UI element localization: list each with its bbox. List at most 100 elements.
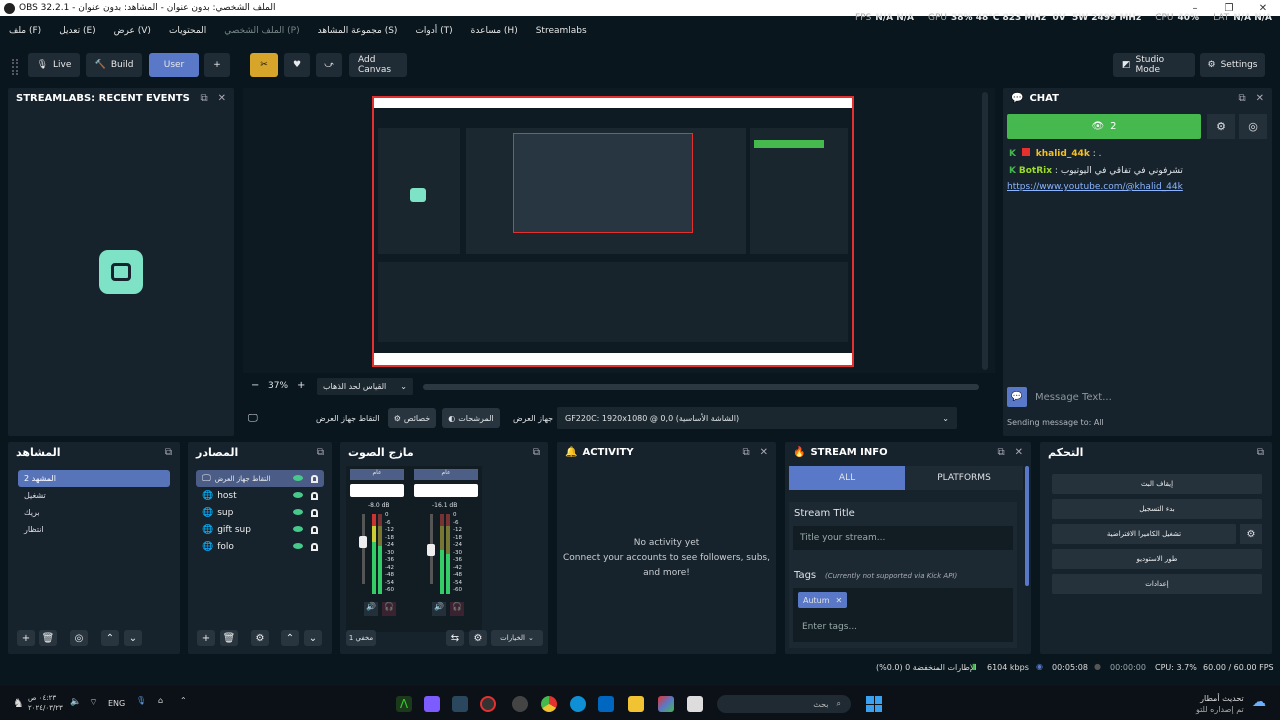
clock[interactable]: ٠٤:٢٣ ص ٢٠٢٤/٠٣/٢٣ bbox=[28, 693, 63, 713]
settings-app-icon[interactable] bbox=[512, 696, 528, 712]
float-icon[interactable]: ⧉ bbox=[165, 447, 172, 458]
properties-button[interactable]: ⚙ خصائص bbox=[388, 408, 436, 428]
steam-icon[interactable] bbox=[452, 696, 468, 712]
menu-profile[interactable]: الملف الشخصي (P) bbox=[224, 26, 299, 36]
share-button[interactable]: ⤻ bbox=[316, 53, 342, 77]
chat-input[interactable]: 💬 Message Text... bbox=[1007, 386, 1267, 408]
app-icon[interactable]: Λ bbox=[396, 696, 412, 712]
headphones-icon[interactable]: 🎧 bbox=[382, 602, 396, 616]
trash-icon[interactable]: 🗑 bbox=[220, 630, 238, 646]
stream-info-scrollbar[interactable] bbox=[1025, 466, 1029, 586]
close-icon[interactable]: ✕ bbox=[760, 447, 768, 458]
tag-chip[interactable]: Autum ✕ bbox=[798, 592, 848, 608]
float-icon[interactable]: ⧉ bbox=[317, 447, 324, 458]
volume-slider[interactable] bbox=[362, 514, 365, 584]
preview-scrollbar-horizontal[interactable] bbox=[423, 384, 979, 390]
tray-app-icon[interactable]: ⌂ bbox=[158, 696, 163, 705]
close-icon[interactable]: ✕ bbox=[1015, 447, 1023, 458]
start-recording-button[interactable]: بدء التسجيل bbox=[1052, 499, 1262, 519]
mixer-options-button[interactable]: الخيارات ⌄ bbox=[491, 630, 543, 646]
chat-username[interactable]: BotRix bbox=[1019, 166, 1052, 176]
move-up-button[interactable]: ⌃ bbox=[101, 630, 119, 646]
language-indicator[interactable]: ENG bbox=[108, 699, 125, 708]
menu-tools[interactable]: أدوات (T) bbox=[415, 26, 452, 36]
user-button[interactable]: User bbox=[149, 53, 199, 77]
virtual-camera-button[interactable]: تشغيل الكاميرا الافتراضية bbox=[1052, 524, 1236, 544]
lock-icon[interactable] bbox=[311, 542, 318, 551]
settings-control-button[interactable]: إعدادات bbox=[1052, 574, 1262, 594]
move-down-button[interactable]: ⌄ bbox=[124, 630, 142, 646]
settings-button[interactable]: ⚙ Settings bbox=[1200, 53, 1265, 77]
menu-scene-collection[interactable]: مجموعة المشاهد (S) bbox=[318, 26, 398, 36]
source-settings-button[interactable]: ⚙ bbox=[251, 630, 269, 646]
source-item[interactable]: 🌐 host bbox=[196, 487, 324, 504]
scene-item[interactable]: بريك bbox=[18, 504, 170, 521]
volume-icon[interactable]: 🔈 bbox=[70, 697, 81, 708]
close-icon[interactable]: ✕ bbox=[1256, 93, 1264, 104]
mixer-settings-button[interactable]: ⚙ bbox=[469, 630, 487, 646]
store-icon[interactable] bbox=[598, 696, 614, 712]
source-item[interactable]: 🌐 folo bbox=[196, 538, 324, 555]
zoom-in-button[interactable]: + bbox=[297, 380, 305, 391]
source-item[interactable]: 🖵 التقاط جهاز العرض bbox=[196, 470, 324, 487]
tags-input[interactable]: Autum ✕ Enter tags... bbox=[793, 588, 1013, 642]
close-icon[interactable]: ✕ bbox=[1246, 3, 1280, 14]
preview-canvas[interactable] bbox=[372, 96, 854, 367]
preview-scrollbar-vertical[interactable] bbox=[982, 92, 988, 370]
lock-icon[interactable] bbox=[311, 474, 318, 483]
headphones-icon[interactable]: 🎧 bbox=[450, 602, 464, 616]
tools-button[interactable]: ✂ bbox=[250, 53, 278, 77]
eye-icon[interactable] bbox=[293, 474, 303, 481]
source-item[interactable]: 🌐 sup bbox=[196, 504, 324, 521]
eye-icon[interactable] bbox=[293, 508, 303, 515]
mic-tray-icon[interactable]: 🎙 bbox=[136, 696, 146, 705]
add-canvas-button[interactable]: Add Canvas bbox=[349, 53, 407, 77]
tab-platforms[interactable]: PLATFORMS bbox=[905, 466, 1023, 490]
display-select[interactable]: GF220C: 1920x1080 @ 0,0 (الشاشة الأساسية… bbox=[557, 407, 957, 429]
build-button[interactable]: 🔨 Build bbox=[86, 53, 142, 77]
scene-item[interactable]: تشغيل bbox=[18, 487, 170, 504]
lock-icon[interactable] bbox=[311, 491, 318, 500]
filters-button[interactable]: ◐ المرشحات bbox=[442, 408, 500, 428]
float-icon[interactable]: ⧉ bbox=[742, 447, 749, 458]
menu-help[interactable]: مساعدة (H) bbox=[471, 26, 518, 36]
move-up-button[interactable]: ⌃ bbox=[281, 630, 299, 646]
menu-view[interactable]: عرض (V) bbox=[114, 26, 151, 36]
add-mode-button[interactable]: + bbox=[204, 53, 230, 77]
chat-settings-button[interactable]: ⚙ bbox=[1207, 114, 1235, 139]
eye-icon[interactable] bbox=[293, 542, 303, 549]
hidden-sources-button[interactable]: مخفي 1 bbox=[346, 630, 376, 646]
chevron-up-icon[interactable]: ⌃ bbox=[180, 696, 187, 705]
weather-widget[interactable]: تحديث أمطار تم إصداره للتو bbox=[1196, 693, 1244, 715]
float-icon[interactable]: ⧉ bbox=[1238, 93, 1245, 104]
scene-item[interactable]: المشهد 2 bbox=[18, 470, 170, 487]
studio-mode-control-button[interactable]: طور الاستوديو bbox=[1052, 549, 1262, 569]
speaker-icon[interactable]: 🔊 bbox=[432, 602, 446, 616]
stream-title-input[interactable]: Title your stream... bbox=[793, 526, 1013, 550]
stop-stream-button[interactable]: إيقاف البث bbox=[1052, 474, 1262, 494]
wifi-icon[interactable]: ⌔ bbox=[89, 697, 97, 708]
menu-docks[interactable]: المحتويات bbox=[169, 26, 206, 36]
close-icon[interactable]: ✕ bbox=[836, 596, 843, 605]
maximize-icon[interactable]: ❐ bbox=[1212, 3, 1246, 14]
obs-icon[interactable] bbox=[480, 696, 496, 712]
folder-icon[interactable] bbox=[628, 696, 644, 712]
channel-field[interactable] bbox=[350, 484, 404, 497]
search-box[interactable]: بحث ⌕ bbox=[717, 695, 851, 713]
mixer-layout-button[interactable]: ⇆ bbox=[446, 630, 464, 646]
menu-edit[interactable]: تعديل (E) bbox=[59, 26, 95, 36]
move-down-button[interactable]: ⌄ bbox=[304, 630, 322, 646]
float-icon[interactable]: ⧉ bbox=[997, 447, 1004, 458]
source-item[interactable]: 🌐 gift sup bbox=[196, 521, 324, 538]
drag-handle-icon[interactable] bbox=[12, 59, 18, 75]
tab-all[interactable]: ALL bbox=[789, 466, 905, 490]
app-icon[interactable] bbox=[687, 696, 703, 712]
favorite-button[interactable]: ♥ bbox=[284, 53, 310, 77]
scene-filter-button[interactable]: ◎ bbox=[70, 630, 88, 646]
add-scene-button[interactable]: + bbox=[17, 630, 35, 646]
zoom-out-button[interactable]: − bbox=[251, 380, 259, 391]
chat-popout-button[interactable]: ◎ bbox=[1239, 114, 1267, 139]
chat-link[interactable]: https://www.youtube.com/@khalid_44k bbox=[1007, 182, 1183, 192]
lock-icon[interactable] bbox=[311, 525, 318, 534]
volume-handle[interactable] bbox=[427, 544, 435, 556]
